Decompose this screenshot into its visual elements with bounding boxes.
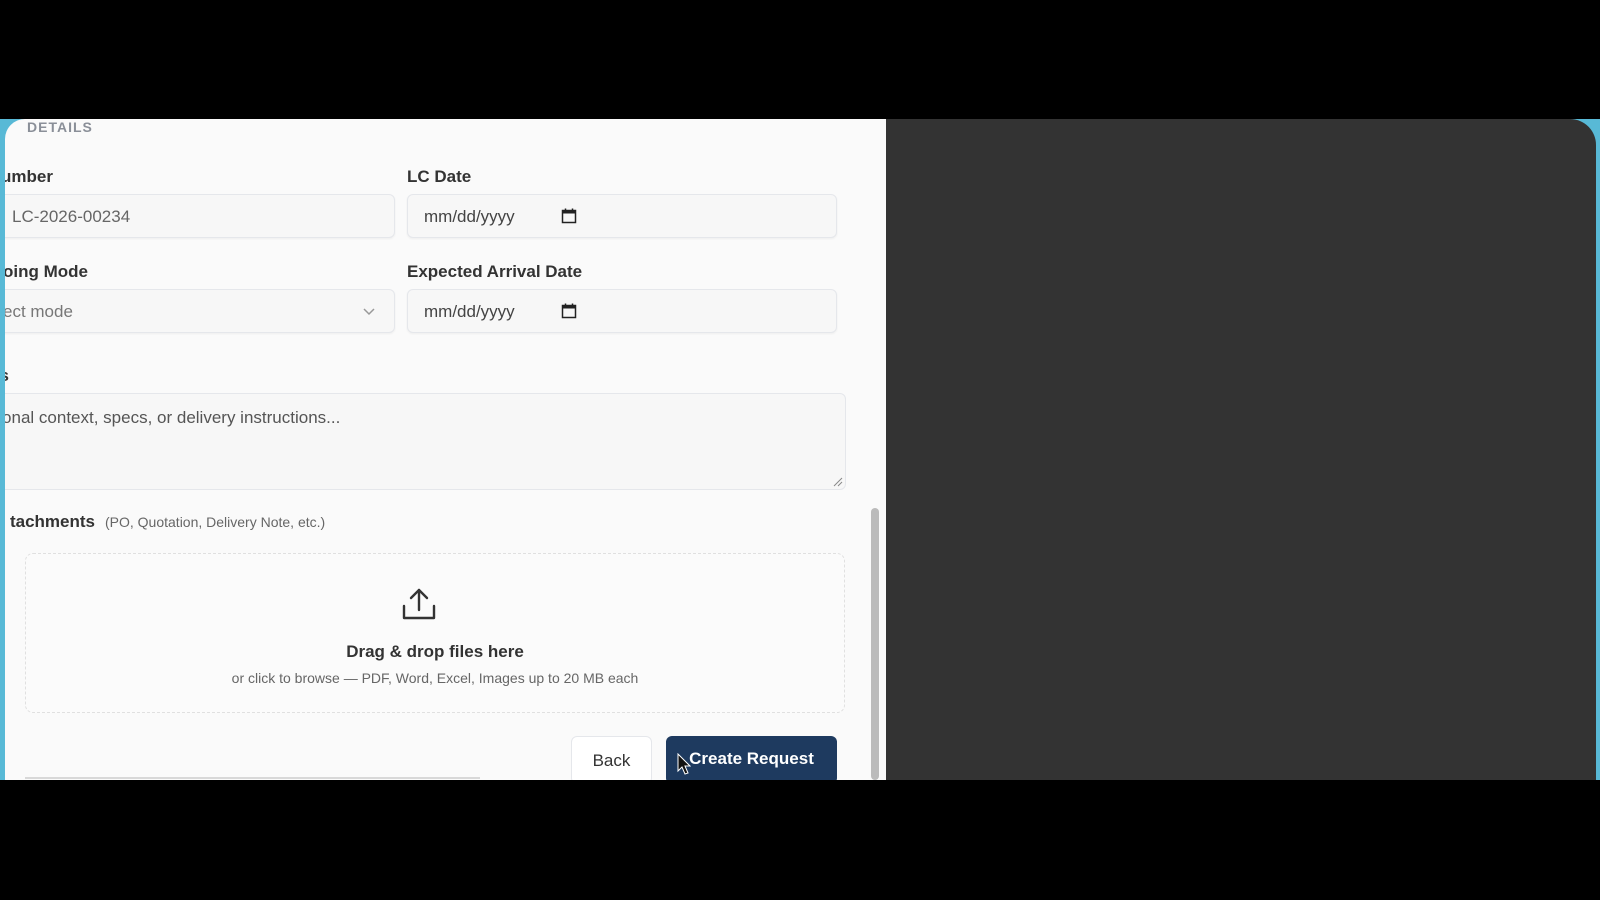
upload-icon [402, 588, 436, 620]
dropzone-subtitle: or click to browse — PDF, Word, Excel, I… [231, 670, 639, 686]
notes-placeholder: litional context, specs, or delivery ins… [5, 408, 341, 427]
resize-handle-icon[interactable] [833, 477, 843, 487]
calendar-icon[interactable] [561, 208, 577, 224]
expected-arrival-input[interactable]: mm/dd/yyyy [407, 289, 837, 333]
section-title: DETAILS [27, 119, 93, 135]
attachments-label: tachments [9, 512, 95, 531]
notes-textarea[interactable]: litional context, specs, or delivery ins… [5, 393, 846, 490]
lc-date-input[interactable]: mm/dd/yyyy [407, 194, 837, 238]
divider [25, 777, 480, 779]
mouse-cursor-icon [677, 753, 691, 775]
file-dropzone[interactable]: Drag & drop files here or click to brows… [25, 553, 845, 713]
lc-number-input[interactable]: LC-2026-00234 [5, 194, 395, 238]
chevron-down-icon [363, 308, 375, 316]
shipping-mode-label: oing Mode [5, 262, 88, 281]
app-frame: DETAILS umber LC-2026-00234 LC Date mm/d… [0, 119, 1600, 780]
create-request-button[interactable]: Create Request [666, 736, 837, 780]
calendar-icon[interactable] [561, 303, 577, 319]
notes-label: s [5, 366, 9, 386]
expected-arrival-placeholder: mm/dd/yyyy [424, 302, 515, 321]
attachments-hint: (PO, Quotation, Delivery Note, etc.) [105, 514, 326, 530]
request-form-panel: DETAILS umber LC-2026-00234 LC Date mm/d… [5, 119, 886, 780]
dropzone-title: Drag & drop files here [346, 642, 524, 661]
scrollbar-thumb[interactable] [871, 508, 879, 780]
dark-pane [886, 119, 1596, 780]
lc-date-label: LC Date [407, 167, 472, 186]
shipping-mode-value: ect mode [5, 302, 73, 321]
shipping-mode-select[interactable]: ect mode [5, 289, 395, 333]
lc-number-value: LC-2026-00234 [12, 207, 131, 226]
back-button[interactable]: Back [571, 736, 652, 780]
lc-date-placeholder: mm/dd/yyyy [424, 207, 515, 226]
lc-number-label: umber [5, 167, 53, 186]
expected-arrival-label: Expected Arrival Date [407, 262, 583, 281]
